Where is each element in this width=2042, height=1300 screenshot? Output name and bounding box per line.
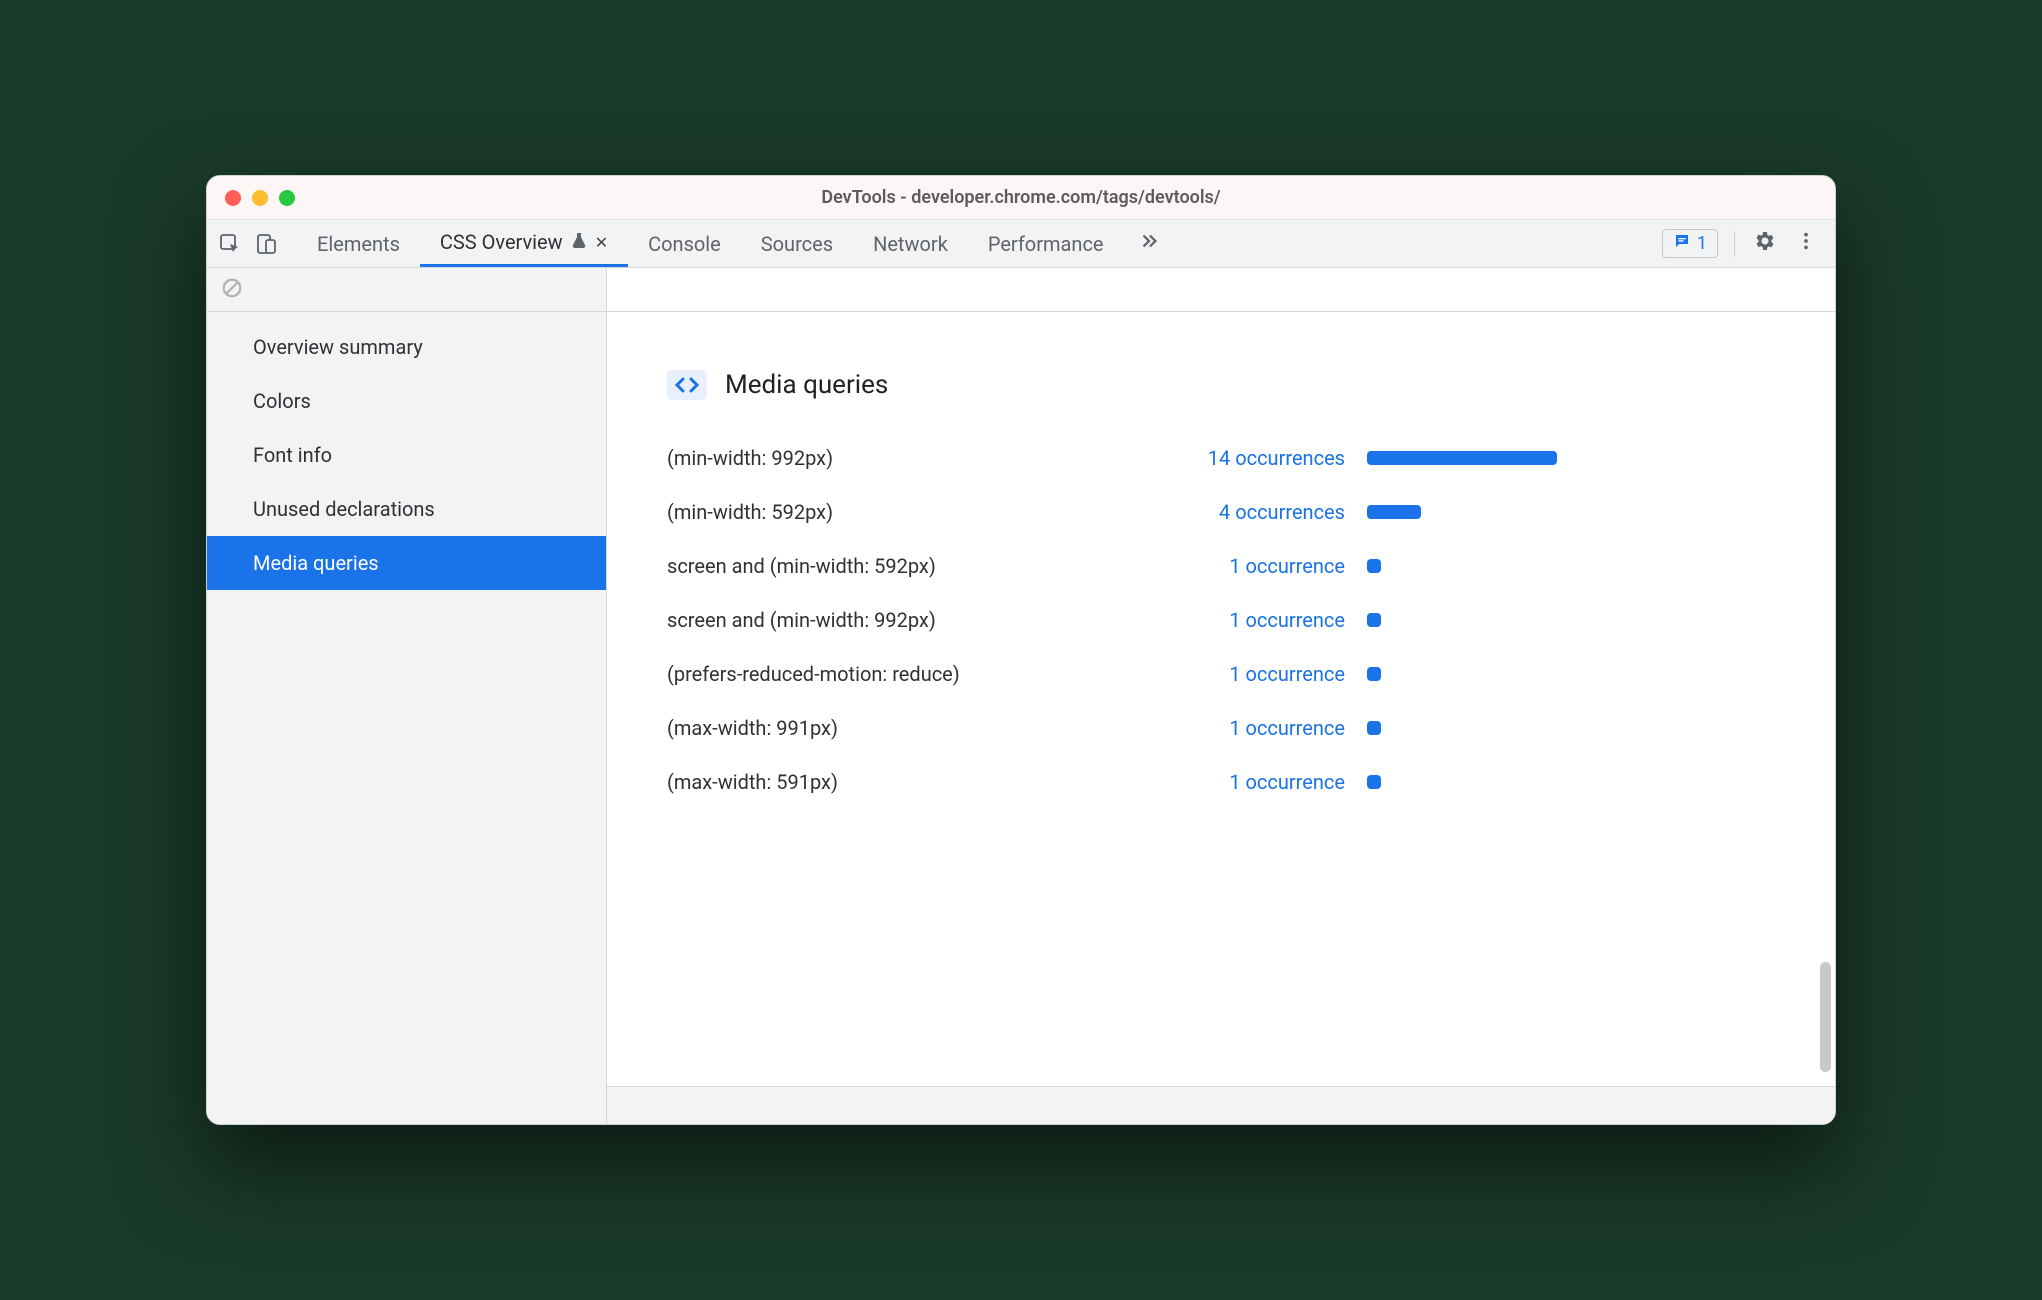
sidebar-item-overview-summary[interactable]: Overview summary	[207, 320, 606, 374]
settings-button[interactable]	[1751, 231, 1777, 257]
occurrence-bar	[1367, 775, 1381, 789]
occurrence-bar	[1367, 613, 1381, 627]
sidebar-item-media-queries[interactable]: Media queries	[207, 536, 606, 590]
chevrons-right-icon	[1138, 230, 1160, 257]
tab-console[interactable]: Console	[628, 220, 741, 267]
sidebar-item-label: Colors	[253, 389, 311, 413]
tab-elements[interactable]: Elements	[297, 220, 420, 267]
section-header: Media queries	[667, 370, 1775, 400]
more-vertical-icon	[1795, 230, 1817, 257]
media-query-text: (min-width: 992px)	[667, 446, 1157, 470]
occurrence-bar-wrap	[1367, 721, 1775, 735]
sidebar-item-label: Media queries	[253, 551, 379, 575]
sidebar-item-font-info[interactable]: Font info	[207, 428, 606, 482]
minimize-window-button[interactable]	[252, 190, 268, 206]
occurrence-bar	[1367, 721, 1381, 735]
media-query-row: (min-width: 992px)14 occurrences	[667, 446, 1775, 470]
tab-label: Console	[648, 232, 721, 256]
tab-sources[interactable]: Sources	[741, 220, 853, 267]
media-query-row: (max-width: 991px)1 occurrence	[667, 716, 1775, 740]
maximize-window-button[interactable]	[279, 190, 295, 206]
occurrence-bar	[1367, 667, 1381, 681]
media-query-row: (max-width: 591px)1 occurrence	[667, 770, 1775, 794]
media-query-text: (prefers-reduced-motion: reduce)	[667, 662, 1157, 686]
sidebar-toolbar	[207, 268, 606, 312]
devtools-window: DevTools - developer.chrome.com/tags/dev…	[206, 175, 1836, 1125]
tab-performance[interactable]: Performance	[968, 220, 1124, 267]
device-toggle-icon[interactable]	[253, 231, 279, 257]
occurrence-link[interactable]: 1 occurrence	[1157, 770, 1367, 794]
cancel-icon	[221, 284, 243, 303]
section-title: Media queries	[725, 370, 888, 400]
traffic-lights	[225, 190, 295, 206]
occurrence-bar-wrap	[1367, 775, 1775, 789]
sidebar-item-label: Unused declarations	[253, 497, 435, 521]
scrollbar-thumb[interactable]	[1820, 962, 1831, 1072]
tab-label: CSS Overview	[440, 230, 563, 254]
media-query-text: screen and (min-width: 992px)	[667, 608, 1157, 632]
tab-css-overview[interactable]: CSS Overview ✕	[420, 220, 628, 267]
occurrence-bar-wrap	[1367, 559, 1775, 573]
sidebar-items: Overview summary Colors Font info Unused…	[207, 312, 606, 590]
sidebar-item-unused-declarations[interactable]: Unused declarations	[207, 482, 606, 536]
occurrence-bar-wrap	[1367, 613, 1775, 627]
occurrence-link[interactable]: 1 occurrence	[1157, 662, 1367, 686]
content: Media queries (min-width: 992px)14 occur…	[607, 312, 1835, 1086]
toolbar: Elements CSS Overview ✕ Console Sources …	[207, 220, 1835, 268]
occurrence-link[interactable]: 14 occurrences	[1157, 446, 1367, 470]
occurrence-bar	[1367, 451, 1557, 465]
media-query-row: (min-width: 592px)4 occurrences	[667, 500, 1775, 524]
sidebar-item-colors[interactable]: Colors	[207, 374, 606, 428]
window-title: DevTools - developer.chrome.com/tags/dev…	[207, 187, 1835, 208]
media-queries-icon	[667, 370, 707, 400]
occurrence-link[interactable]: 4 occurrences	[1157, 500, 1367, 524]
occurrence-bar	[1367, 559, 1381, 573]
sidebar: Overview summary Colors Font info Unused…	[207, 268, 607, 1124]
sidebar-item-label: Overview summary	[253, 335, 423, 359]
flask-icon	[571, 230, 587, 254]
panel-body: Overview summary Colors Font info Unused…	[207, 268, 1835, 1124]
occurrence-bar-wrap	[1367, 667, 1775, 681]
tab-label: Elements	[317, 232, 400, 256]
close-window-button[interactable]	[225, 190, 241, 206]
main-panel: Media queries (min-width: 992px)14 occur…	[607, 268, 1835, 1124]
tab-label: Sources	[761, 232, 833, 256]
tab-label: Network	[873, 232, 948, 256]
issues-count: 1	[1697, 233, 1707, 254]
media-query-list: (min-width: 992px)14 occurrences(min-wid…	[667, 446, 1775, 794]
message-icon	[1673, 232, 1691, 255]
main-toolbar	[607, 268, 1835, 312]
issues-button[interactable]: 1	[1662, 229, 1718, 258]
titlebar: DevTools - developer.chrome.com/tags/dev…	[207, 176, 1835, 220]
drawer-footer	[607, 1086, 1835, 1124]
gear-icon	[1752, 229, 1776, 258]
media-query-row: screen and (min-width: 992px)1 occurrenc…	[667, 608, 1775, 632]
devtools-tabs: Elements CSS Overview ✕ Console Sources …	[297, 220, 1174, 267]
inspect-element-icon[interactable]	[217, 231, 243, 257]
media-query-row: screen and (min-width: 592px)1 occurrenc…	[667, 554, 1775, 578]
divider	[1734, 231, 1735, 257]
more-tabs-button[interactable]	[1124, 220, 1174, 267]
close-tab-button[interactable]: ✕	[595, 233, 608, 252]
sidebar-item-label: Font info	[253, 443, 332, 467]
tab-label: Performance	[988, 232, 1104, 256]
occurrence-link[interactable]: 1 occurrence	[1157, 608, 1367, 632]
occurrence-link[interactable]: 1 occurrence	[1157, 716, 1367, 740]
more-menu-button[interactable]	[1793, 231, 1819, 257]
occurrence-link[interactable]: 1 occurrence	[1157, 554, 1367, 578]
media-query-row: (prefers-reduced-motion: reduce)1 occurr…	[667, 662, 1775, 686]
occurrence-bar	[1367, 505, 1421, 519]
tab-network[interactable]: Network	[853, 220, 968, 267]
media-query-text: (max-width: 591px)	[667, 770, 1157, 794]
clear-overview-button[interactable]	[221, 277, 243, 303]
media-query-text: (max-width: 991px)	[667, 716, 1157, 740]
media-query-text: screen and (min-width: 592px)	[667, 554, 1157, 578]
media-query-text: (min-width: 592px)	[667, 500, 1157, 524]
occurrence-bar-wrap	[1367, 505, 1775, 519]
occurrence-bar-wrap	[1367, 451, 1775, 465]
